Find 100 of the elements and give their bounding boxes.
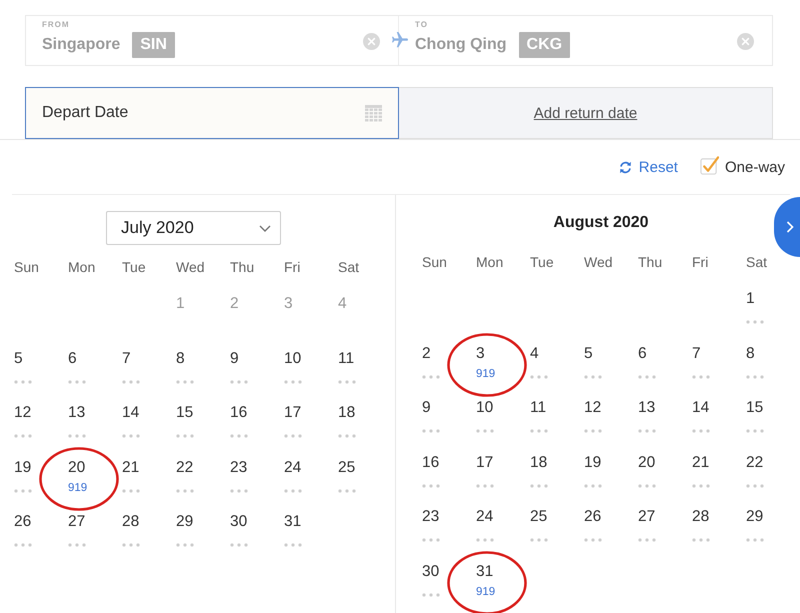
calendar-icon: [365, 105, 382, 122]
day-number[interactable]: 9: [230, 348, 239, 368]
day-number[interactable]: 8: [176, 348, 185, 368]
day-number[interactable]: 28: [692, 507, 710, 527]
day-number[interactable]: 31: [284, 512, 302, 532]
next-month-button[interactable]: [774, 197, 800, 257]
day-number[interactable]: 30: [422, 562, 440, 582]
weekday-label: Wed: [176, 258, 205, 277]
day-number[interactable]: 15: [176, 403, 194, 423]
day-number[interactable]: 25: [530, 507, 548, 527]
loading-dots-icon: [176, 380, 194, 384]
day-number[interactable]: 7: [122, 348, 131, 368]
day-number[interactable]: 2: [422, 344, 431, 364]
day-number[interactable]: 23: [230, 458, 248, 478]
weekday-label: Thu: [638, 253, 662, 272]
loading-dots-icon: [584, 429, 602, 433]
day-number[interactable]: 22: [746, 452, 764, 472]
day-number[interactable]: 9: [422, 398, 431, 418]
loading-dots-icon: [122, 380, 140, 384]
day-number[interactable]: 18: [338, 403, 356, 423]
day-number[interactable]: 10: [284, 348, 302, 368]
airport-code-badge: CKG: [518, 32, 570, 58]
checkbox[interactable]: [700, 156, 719, 175]
day-number[interactable]: 17: [284, 403, 302, 423]
month-select[interactable]: July 2020: [106, 211, 281, 245]
loading-dots-icon: [638, 484, 656, 488]
day-number[interactable]: 21: [692, 452, 710, 472]
day-number[interactable]: 25: [338, 458, 356, 478]
day-number[interactable]: 7: [692, 344, 701, 364]
day-number[interactable]: 11: [338, 348, 354, 368]
day-number[interactable]: 13: [638, 398, 656, 418]
weekday-label: Thu: [230, 258, 254, 277]
day-number[interactable]: 10: [476, 398, 494, 418]
day-number[interactable]: 29: [746, 507, 764, 527]
add-return-date-link[interactable]: Add return date: [534, 104, 638, 122]
weekday-label: Sun: [14, 258, 39, 277]
day-number[interactable]: 11: [530, 398, 546, 418]
day-number[interactable]: 14: [692, 398, 710, 418]
day-number[interactable]: 12: [14, 403, 32, 423]
day-number[interactable]: 19: [584, 452, 602, 472]
day-number[interactable]: 16: [422, 452, 440, 472]
day-number[interactable]: 20: [68, 458, 86, 478]
day-number[interactable]: 27: [638, 507, 656, 527]
day-number[interactable]: 5: [584, 344, 593, 364]
loading-dots-icon: [230, 488, 248, 492]
loading-dots-icon: [68, 380, 86, 384]
clear-icon[interactable]: [363, 33, 380, 50]
loading-dots-icon: [284, 380, 302, 384]
day-number[interactable]: 13: [68, 403, 86, 423]
loading-dots-icon: [476, 538, 494, 542]
day-number[interactable]: 18: [530, 452, 548, 472]
day-number[interactable]: 26: [14, 512, 32, 532]
day-number[interactable]: 21: [122, 458, 140, 478]
day-number[interactable]: 16: [230, 403, 248, 423]
day-number[interactable]: 12: [584, 398, 602, 418]
loading-dots-icon: [746, 320, 764, 324]
loading-dots-icon: [476, 484, 494, 488]
day-number[interactable]: 6: [68, 348, 77, 368]
clear-icon[interactable]: [737, 33, 754, 50]
price-label: 919: [476, 368, 496, 380]
field-label: TO: [415, 20, 428, 30]
day-number[interactable]: 28: [122, 512, 140, 532]
price-label: 919: [68, 482, 88, 494]
day-number[interactable]: 5: [14, 348, 23, 368]
day-number[interactable]: 24: [476, 507, 494, 527]
loading-dots-icon: [530, 374, 548, 378]
day-number[interactable]: 8: [746, 344, 755, 364]
day-number[interactable]: 27: [68, 512, 86, 532]
day-number[interactable]: 6: [638, 344, 647, 364]
month-title: August 2020: [553, 213, 649, 233]
day-number[interactable]: 3: [476, 344, 485, 364]
day-number[interactable]: 4: [530, 344, 539, 364]
day-number[interactable]: 15: [746, 398, 764, 418]
loading-dots-icon: [476, 429, 494, 433]
day-number[interactable]: 17: [476, 452, 494, 472]
day-number[interactable]: 23: [422, 507, 440, 527]
loading-dots-icon: [422, 538, 440, 542]
day-number[interactable]: 20: [638, 452, 656, 472]
loading-dots-icon: [530, 429, 548, 433]
caret-icon: [259, 224, 271, 232]
day-number[interactable]: 31: [476, 562, 494, 582]
loading-dots-icon: [14, 488, 32, 492]
loading-dots-icon: [422, 429, 440, 433]
day-number[interactable]: 22: [176, 458, 194, 478]
chevron-right-icon: [786, 221, 794, 233]
weekday-label: Mon: [68, 258, 96, 277]
day-number[interactable]: 14: [122, 403, 140, 423]
day-number[interactable]: 1: [746, 289, 755, 309]
day-number[interactable]: 24: [284, 458, 302, 478]
loading-dots-icon: [338, 488, 356, 492]
reset-button[interactable]: Reset: [618, 158, 678, 176]
loading-dots-icon: [638, 538, 656, 542]
day-number[interactable]: 26: [584, 507, 602, 527]
loading-dots-icon: [14, 434, 32, 438]
day-number[interactable]: 29: [176, 512, 194, 532]
one-way-label[interactable]: One-way: [724, 158, 785, 176]
day-number[interactable]: 30: [230, 512, 248, 532]
day-number[interactable]: 19: [14, 458, 32, 478]
loading-dots-icon: [422, 592, 440, 596]
depart-date-field[interactable]: Depart Date: [25, 87, 399, 139]
